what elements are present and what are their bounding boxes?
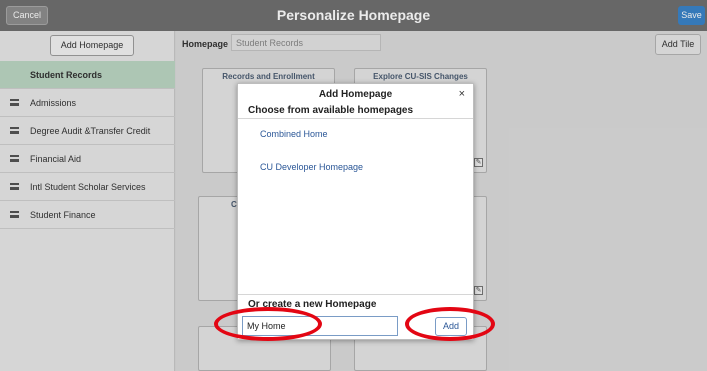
dialog-title: Add Homepage (318, 89, 393, 100)
homepage-option-combined-home[interactable]: Combined Home (260, 129, 328, 139)
add-homepage-dialog: Add Homepage × Choose from available hom… (237, 83, 474, 340)
divider (238, 118, 473, 119)
divider (238, 294, 473, 295)
dialog-subtitle: Choose from available homepages (248, 105, 414, 116)
close-icon[interactable]: × (459, 88, 465, 100)
homepage-option-cu-developer[interactable]: CU Developer Homepage (260, 162, 363, 172)
annotation-circle-add-button (405, 307, 495, 341)
annotation-circle-input (214, 307, 322, 341)
